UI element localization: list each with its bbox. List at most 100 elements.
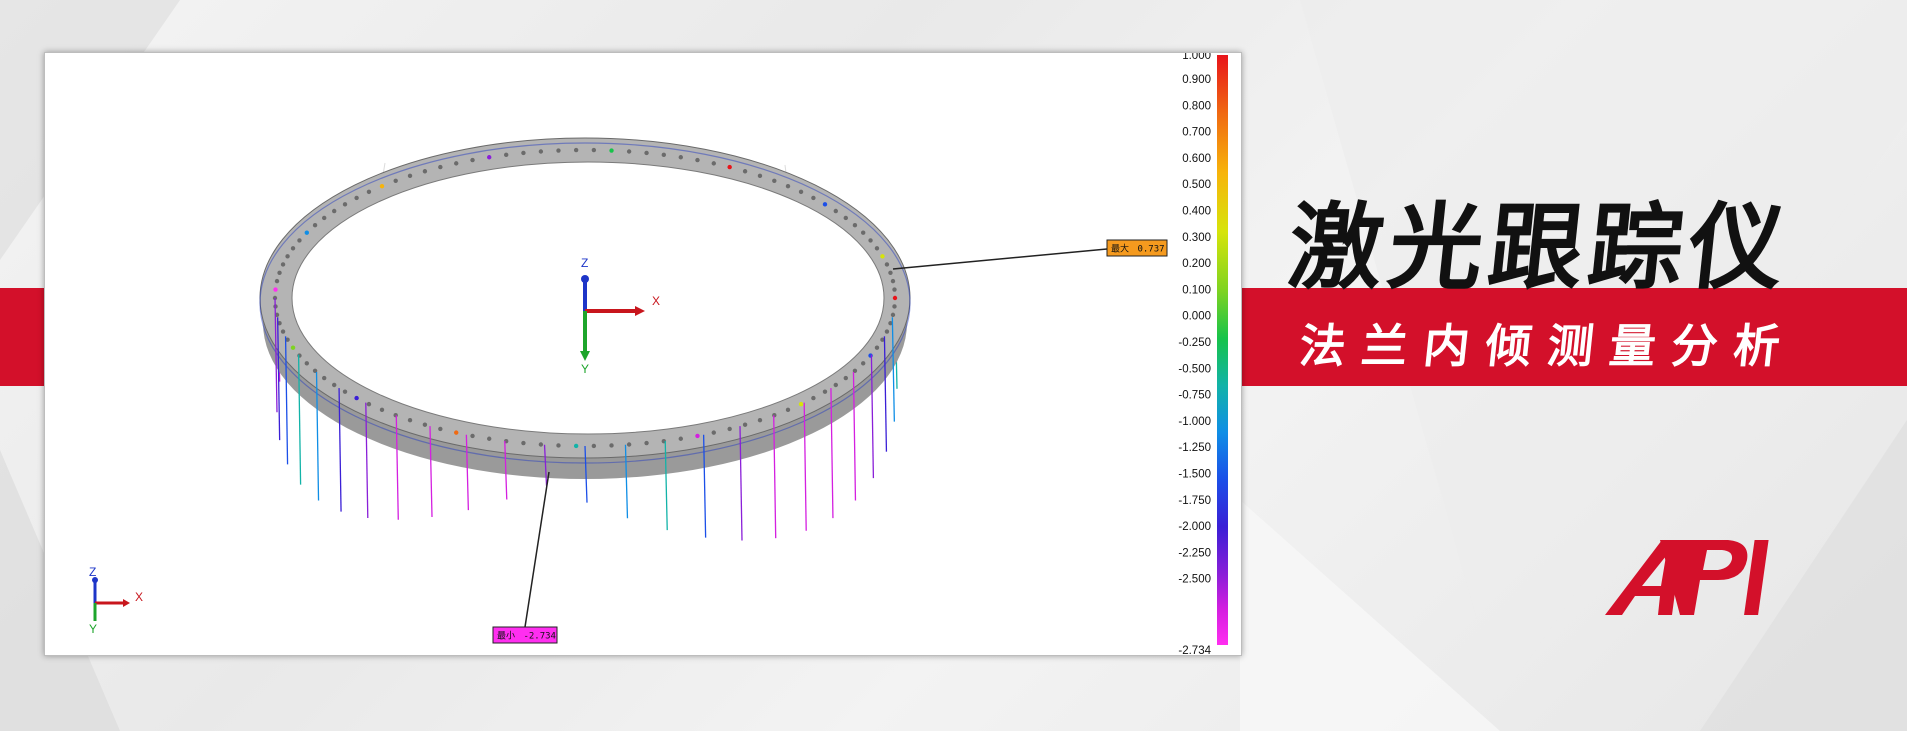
bolt-hole bbox=[342, 202, 348, 207]
bolt-hole bbox=[833, 208, 838, 214]
bolt-hole bbox=[626, 442, 632, 447]
bolt-hole bbox=[290, 246, 296, 251]
bolt-hole bbox=[393, 178, 398, 183]
bolt-hole bbox=[822, 389, 828, 394]
max-deviation-callout[interactable]: 最大 0.737 bbox=[892, 239, 1168, 270]
bolt-hole bbox=[890, 278, 896, 284]
bolt-hole bbox=[285, 254, 290, 259]
bolt-hole bbox=[757, 173, 763, 179]
bolt-hole bbox=[644, 150, 649, 156]
center-y-label: Y bbox=[581, 362, 589, 376]
bolt-hole bbox=[280, 262, 286, 267]
scale-tick-label: 0.400 bbox=[1182, 206, 1211, 218]
measurement-point bbox=[379, 183, 385, 189]
min-callout-label: 最小 bbox=[497, 631, 515, 642]
bolt-hole bbox=[470, 157, 475, 163]
measurement-point bbox=[727, 164, 732, 170]
scale-tick-label: -2.250 bbox=[1178, 547, 1211, 559]
bolt-hole bbox=[438, 164, 443, 170]
color-scale-bar bbox=[1217, 55, 1228, 645]
bolt-hole bbox=[487, 436, 492, 441]
metrology-viewport[interactable]: Z X Y Z X Y 最大 0.737 最小 -2.734 1.000 0.9… bbox=[44, 52, 1242, 656]
scale-tick-label: 0.100 bbox=[1182, 284, 1211, 296]
bolt-hole bbox=[852, 223, 858, 228]
bolt-hole bbox=[711, 430, 716, 435]
bolt-hole bbox=[366, 189, 372, 195]
center-x-label: X bbox=[652, 294, 660, 308]
scale-tick-label: -1.000 bbox=[1178, 416, 1211, 428]
bolt-hole bbox=[573, 147, 579, 153]
bolt-hole bbox=[695, 157, 700, 163]
scale-tick-label: 0.200 bbox=[1182, 258, 1211, 270]
measurement-point bbox=[880, 254, 885, 259]
bolt-hole bbox=[626, 149, 632, 154]
bolt-hole bbox=[538, 442, 544, 447]
bolt-hole bbox=[354, 195, 359, 201]
bolt-hole bbox=[811, 395, 816, 401]
bolt-hole bbox=[332, 208, 337, 214]
max-callout-value: 0.737 bbox=[1137, 245, 1164, 255]
scale-tick-label: 0.900 bbox=[1182, 74, 1211, 86]
bolt-hole bbox=[678, 155, 683, 160]
min-callout-value: -2.734 bbox=[523, 632, 556, 642]
scale-tick-label: -0.500 bbox=[1178, 363, 1211, 375]
scale-tick-label: -0.250 bbox=[1178, 337, 1211, 349]
bolt-hole bbox=[661, 152, 667, 158]
bolt-hole bbox=[860, 361, 866, 366]
bolt-hole bbox=[742, 169, 748, 174]
bolt-hole bbox=[727, 426, 732, 432]
corner-y-label: Y bbox=[89, 622, 97, 636]
color-scale-legend: 1.000 0.900 0.800 0.700 0.600 0.500 0.400 0.30… bbox=[1178, 53, 1228, 655]
bolt-hole bbox=[711, 161, 716, 166]
bolt-hole bbox=[772, 178, 777, 183]
bolt-hole bbox=[304, 361, 310, 366]
bolt-hole bbox=[884, 262, 890, 267]
bolt-hole bbox=[422, 422, 428, 427]
measurement-point bbox=[304, 230, 310, 235]
scale-tick-label: -1.750 bbox=[1178, 495, 1211, 507]
bolt-hole bbox=[379, 407, 385, 413]
bolt-hole bbox=[407, 417, 413, 423]
bolt-hole bbox=[890, 312, 896, 318]
bolt-hole bbox=[366, 401, 372, 407]
scale-tick-label: -1.500 bbox=[1178, 469, 1211, 481]
bolt-hole bbox=[556, 148, 561, 153]
bolt-hole bbox=[322, 375, 327, 381]
red-band-left bbox=[0, 288, 46, 386]
bolt-hole bbox=[785, 183, 791, 189]
measurement-point bbox=[822, 202, 828, 207]
bolt-hole bbox=[644, 440, 649, 446]
bolt-hole bbox=[591, 443, 597, 449]
bolt-hole bbox=[342, 389, 348, 394]
bolt-hole bbox=[297, 238, 302, 243]
bolt-hole bbox=[274, 278, 280, 284]
measurement-point bbox=[573, 443, 579, 449]
corner-x-label: X bbox=[135, 590, 143, 604]
bolt-hole bbox=[811, 195, 816, 201]
corner-axis-triad: Z X Y bbox=[89, 565, 143, 636]
bolt-hole bbox=[312, 223, 318, 228]
scale-tick-label: 0.700 bbox=[1182, 127, 1211, 139]
corner-z-label: Z bbox=[89, 565, 96, 579]
ring-3d-view[interactable]: Z X Y Z X Y 最大 0.737 最小 -2.734 1.000 0.9… bbox=[45, 53, 1241, 655]
bolt-hole bbox=[521, 440, 526, 446]
measurement-point bbox=[695, 433, 700, 439]
min-deviation-callout[interactable]: 最小 -2.734 bbox=[492, 471, 558, 644]
bolt-hole bbox=[556, 443, 561, 448]
bolt-hole bbox=[438, 426, 443, 432]
bolt-hole bbox=[297, 353, 302, 358]
bolt-hole bbox=[843, 215, 848, 221]
bolt-hole bbox=[884, 329, 890, 334]
measurement-point bbox=[290, 345, 296, 350]
measurement-point bbox=[798, 401, 804, 407]
bolt-hole bbox=[742, 422, 748, 427]
scale-tick-label: -0.750 bbox=[1178, 390, 1211, 402]
measurement-point bbox=[487, 155, 492, 160]
bolt-hole bbox=[874, 345, 880, 350]
scale-top-label: 1.000 bbox=[1182, 53, 1211, 62]
bolt-hole bbox=[538, 149, 544, 154]
scale-tick-label: 0.600 bbox=[1182, 153, 1211, 165]
bolt-hole bbox=[798, 189, 804, 195]
scale-tick-label: -2.500 bbox=[1178, 574, 1211, 586]
bolt-hole bbox=[868, 238, 873, 243]
